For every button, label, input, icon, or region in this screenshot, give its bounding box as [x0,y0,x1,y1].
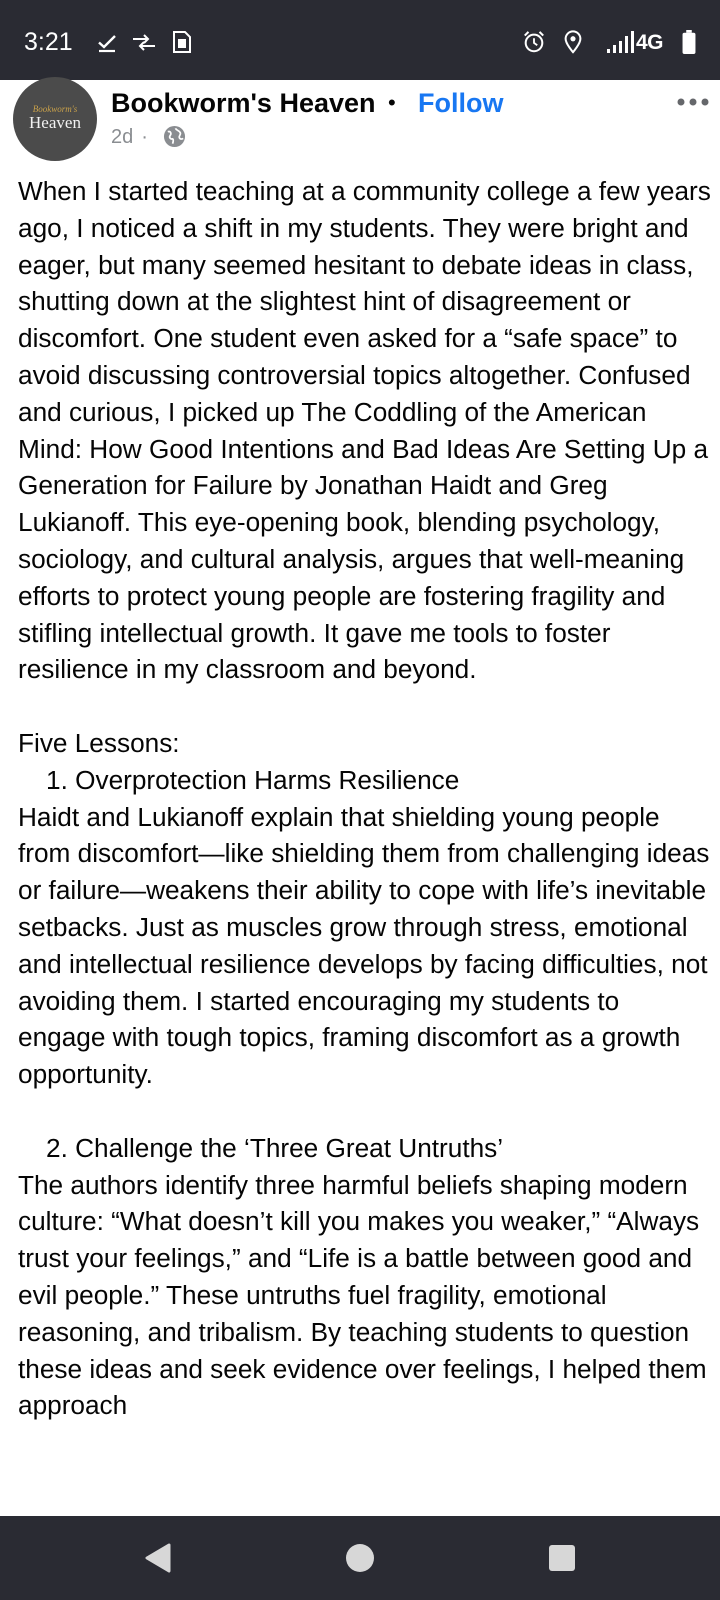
location-pin-icon [564,30,582,54]
network-type-label: 4G [636,31,664,54]
post-body: When I started teaching at a community c… [18,173,712,1513]
status-time: 3:21 [24,28,73,56]
page-name-link[interactable]: Bookworm's Heaven [111,86,376,120]
back-triangle-icon [145,1543,171,1573]
lesson-text: The authors identify three harmful belie… [18,1169,707,1421]
page-avatar[interactable]: Bookworm's Heaven [13,77,97,161]
lesson-title: 1. Overprotection Harms Resilience [46,764,460,795]
avatar-logo-text-large: Heaven [29,113,81,132]
alarm-icon [524,31,544,53]
lesson-title: 2. Challenge the ‘Three Great Untruths’ [46,1132,504,1163]
nav-recents-button[interactable] [502,1516,622,1600]
meta-dot: · [141,126,148,148]
nav-back-button[interactable] [98,1516,218,1600]
follow-button[interactable]: Follow [418,86,503,120]
recents-square-icon [549,1545,575,1571]
post-timestamp[interactable]: 2d [111,126,133,148]
signal-icon [607,31,634,53]
name-follow-separator: • [388,90,396,115]
battery-icon [682,30,696,54]
status-bar: 3:21 4G [0,0,720,80]
post-paragraph-intro: When I started teaching at a community c… [18,176,711,685]
home-circle-icon [346,1544,374,1572]
check-icon [98,35,116,53]
nav-home-button[interactable] [300,1516,420,1600]
system-navigation-bar [0,1516,720,1600]
sim-card-icon [173,31,191,53]
lessons-heading: Five Lessons: [18,727,180,758]
globe-icon [163,125,186,148]
post-meta: 2d · [111,124,154,150]
lesson-text: Haidt and Lukianoff explain that shieldi… [18,801,710,1090]
more-options-icon[interactable] [676,88,710,118]
swap-arrows-icon [133,34,155,51]
